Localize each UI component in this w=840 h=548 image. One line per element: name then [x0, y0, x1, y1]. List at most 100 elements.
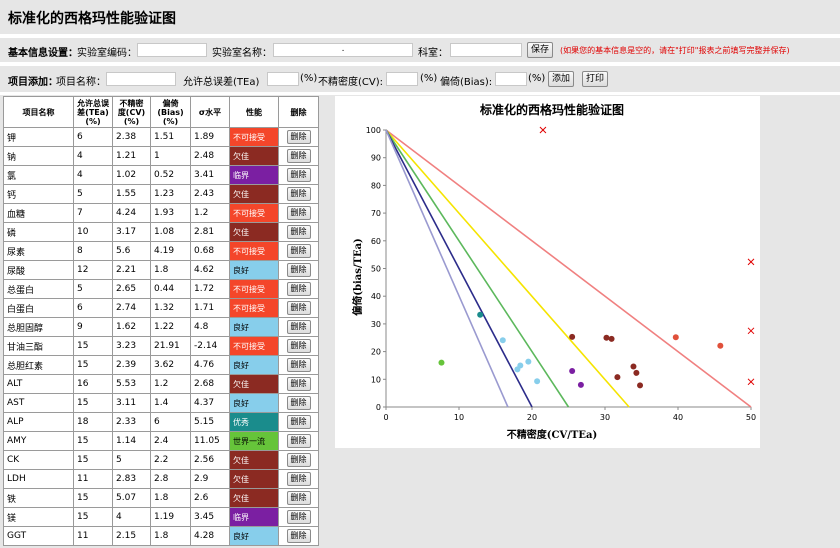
sigma-chart-svg: 标准化的西格玛性能验证图 0 10 20 30 40 50 60 70 80 90 100 0 10 20… [351, 102, 756, 441]
performance-cell: 良好 [229, 260, 279, 280]
add-item-bar: 项目添加： 项目名称： 允许总误差(TEa) (%) 不精密度(CV): (%)… [0, 66, 840, 92]
delete-row-button[interactable]: 删除 [286, 187, 311, 201]
item-name-cell: 钙 [3, 184, 74, 204]
tea-cell: 10 [73, 222, 113, 242]
item-name-label: 项目名称： [56, 77, 106, 88]
sigma-cell: -2.14 [190, 336, 230, 356]
sigma-cell: 1.72 [190, 279, 230, 299]
bias-cell: 0.44 [150, 279, 191, 299]
bias-input[interactable] [495, 72, 527, 86]
y-axis-label: 偏倚(bias/TEa) [351, 238, 364, 316]
tea-cell: 18 [73, 412, 113, 432]
delete-row-button[interactable]: 删除 [286, 472, 311, 486]
performance-cell: 欠佳 [229, 374, 279, 394]
tea-cell: 7 [73, 203, 113, 223]
delete-row-button[interactable]: 删除 [286, 434, 311, 448]
cv-cell: 1.14 [112, 431, 151, 451]
delete-row-button[interactable]: 删除 [286, 453, 311, 467]
bias-cell: 1.32 [150, 298, 191, 318]
delete-row-button[interactable]: 删除 [286, 263, 311, 277]
delete-cell: 删除 [278, 450, 319, 470]
dept-input[interactable] [450, 43, 522, 57]
tea-cell: 4 [73, 165, 113, 185]
item-name-cell: 镁 [3, 507, 74, 527]
delete-row-button[interactable]: 删除 [286, 225, 311, 239]
delete-cell: 删除 [278, 355, 319, 375]
y-tick-label: 10 [371, 375, 381, 384]
delete-row-button[interactable]: 删除 [286, 377, 311, 391]
data-point [608, 335, 615, 342]
performance-cell: 临界 [229, 165, 279, 185]
delete-cell: 删除 [278, 526, 319, 546]
sigma-cell: 2.56 [190, 450, 230, 470]
sigma-cell: 2.9 [190, 469, 230, 489]
delete-row-button[interactable]: 删除 [286, 491, 311, 505]
data-point [525, 358, 532, 365]
delete-row-button[interactable]: 删除 [286, 149, 311, 163]
sigma-cell: 2.48 [190, 146, 230, 166]
table-row: ALP 18 2.33 6 5.15 优秀 删除 [3, 412, 319, 432]
item-name-cell: 钠 [3, 146, 74, 166]
tea-input[interactable] [267, 72, 299, 86]
cv-input[interactable] [386, 72, 418, 86]
delete-row-button[interactable]: 删除 [286, 168, 311, 182]
delete-row-button[interactable]: 删除 [286, 130, 311, 144]
delete-cell: 删除 [278, 203, 319, 223]
delete-row-button[interactable]: 删除 [286, 282, 311, 296]
item-name-cell: 尿素 [3, 241, 74, 261]
bias-cell: 1.22 [150, 317, 191, 337]
x-tick-label: 30 [600, 413, 610, 422]
sigma-cell: 4.62 [190, 260, 230, 280]
delete-cell: 删除 [278, 488, 319, 508]
lab-name-input[interactable]: . [273, 43, 413, 57]
table-row: 钙 5 1.55 1.23 2.43 欠佳 删除 [3, 184, 319, 204]
delete-row-button[interactable]: 删除 [286, 415, 311, 429]
sigma-cell: 4.28 [190, 526, 230, 546]
cv-cell: 1.21 [112, 146, 151, 166]
item-name-cell: 氯 [3, 165, 74, 185]
item-name-cell: AST [3, 393, 74, 413]
y-tick-label: 40 [371, 292, 381, 301]
y-tick-label: 50 [371, 265, 381, 274]
performance-cell: 良好 [229, 317, 279, 337]
header-bias: 偏倚(Bias)(%) [150, 96, 191, 128]
delete-row-button[interactable]: 删除 [286, 320, 311, 334]
performance-cell: 临界 [229, 507, 279, 527]
delete-row-button[interactable]: 删除 [286, 529, 311, 543]
delete-row-button[interactable]: 删除 [286, 396, 311, 410]
table-panel: 项目名称 允许总误差(TEa)(%) 不精密度(CV)(%) 偏倚(Bias)(… [0, 95, 322, 548]
delete-row-button[interactable]: 删除 [286, 358, 311, 372]
delete-cell: 删除 [278, 507, 319, 527]
y-tick-label: 100 [366, 126, 381, 135]
tea-cell: 15 [73, 355, 113, 375]
cv-cell: 4 [112, 507, 151, 527]
tea-cell: 4 [73, 146, 113, 166]
outlier-x-marker [539, 126, 547, 134]
add-button[interactable]: 添加 [548, 71, 575, 87]
header-item-name: 项目名称 [3, 96, 74, 128]
lab-code-input[interactable] [137, 43, 207, 57]
delete-row-button[interactable]: 删除 [286, 301, 311, 315]
item-name-input[interactable] [106, 72, 176, 86]
sigma-cell: 1.89 [190, 127, 230, 147]
bias-cell: 1.19 [150, 507, 191, 527]
delete-row-button[interactable]: 删除 [286, 510, 311, 524]
sigma-cell: 11.05 [190, 431, 230, 451]
item-name-cell: 总胆固醇 [3, 317, 74, 337]
delete-row-button[interactable]: 删除 [286, 244, 311, 258]
cv-cell: 2.38 [112, 127, 151, 147]
print-button[interactable]: 打印 [582, 71, 609, 87]
delete-row-button[interactable]: 删除 [286, 206, 311, 220]
data-point [534, 378, 541, 385]
cv-cell: 5.6 [112, 241, 151, 261]
table-row: 血糖 7 4.24 1.93 1.2 不可接受 删除 [3, 203, 319, 223]
data-point [672, 334, 679, 341]
item-name-cell: 白蛋白 [3, 298, 74, 318]
table-row: 镁 15 4 1.19 3.45 临界 删除 [3, 507, 319, 527]
save-button[interactable]: 保存 [527, 42, 554, 58]
performance-table: 项目名称 允许总误差(TEa)(%) 不精密度(CV)(%) 偏倚(Bias)(… [3, 96, 319, 546]
table-header-row: 项目名称 允许总误差(TEa)(%) 不精密度(CV)(%) 偏倚(Bias)(… [3, 96, 319, 128]
item-name-cell: ALP [3, 412, 74, 432]
delete-row-button[interactable]: 删除 [286, 339, 311, 353]
sigma-line [385, 129, 533, 408]
